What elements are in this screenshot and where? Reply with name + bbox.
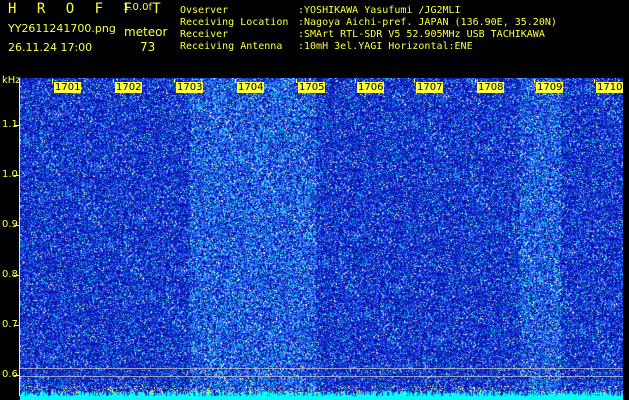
- reference-line: [20, 376, 623, 377]
- info-row-receiver: Receiver :SMArt RTL-SDR V5 52.905MHz USB …: [180, 29, 545, 40]
- y-axis-unit: kHz: [2, 75, 21, 86]
- info-value: :10mH 3el.YAGI Horizontal:ENE: [298, 41, 473, 52]
- y-tick-mark: [14, 125, 19, 126]
- x-tick-mark: [534, 79, 535, 83]
- y-tick-mark: [14, 375, 19, 376]
- x-tick-mark: [174, 79, 175, 83]
- x-tick-mark: [475, 79, 476, 83]
- date-time: 26.11.24 17:00: [8, 41, 93, 54]
- info-key: Ovserver: [180, 5, 229, 16]
- y-tick-mark: [14, 275, 19, 276]
- x-tick-mark: [296, 79, 297, 83]
- x-tick-mark: [52, 79, 53, 83]
- info-row-antenna: Receiving Antenna :10mH 3el.YAGI Horizont…: [180, 41, 473, 52]
- y-tick-mark: [14, 325, 19, 326]
- x-tick-label: 1709: [536, 82, 564, 93]
- info-value: :SMArt RTL-SDR V5 52.905MHz USB TACHIKAW…: [298, 29, 545, 40]
- x-tick-label: 1707: [416, 82, 444, 93]
- info-key: Receiving Antenna: [180, 41, 283, 52]
- spectrogram-plot: [20, 78, 623, 400]
- x-tick-label: 1705: [298, 82, 326, 93]
- y-tick-mark: [14, 225, 19, 226]
- x-tick-mark: [594, 79, 595, 83]
- info-key: Receiving Location: [180, 17, 289, 28]
- y-tick-mark: [14, 175, 19, 176]
- x-tick-label: 1702: [115, 82, 143, 93]
- x-tick-label: 1703: [176, 82, 204, 93]
- info-key: Receiver: [180, 29, 229, 40]
- spectrogram-canvas: [20, 78, 623, 400]
- info-row-observer: Ovserver :YOSHIKAWA Yasufumi /JG2MLI: [180, 5, 461, 16]
- x-tick-label: 1708: [477, 82, 505, 93]
- info-value: :YOSHIKAWA Yasufumi /JG2MLI: [298, 5, 461, 16]
- app-version: 1.0.0f: [123, 2, 152, 13]
- mode-label: meteor: [124, 25, 168, 39]
- x-tick-label: 1706: [357, 82, 385, 93]
- y-axis-line: [19, 78, 20, 396]
- x-tick-label: 1710: [596, 82, 624, 93]
- x-tick-label: 1701: [54, 82, 82, 93]
- info-row-location: Receiving Location :Nagoya Aichi-pref. JA…: [180, 17, 557, 28]
- count-value: 73: [140, 40, 156, 54]
- x-tick-mark: [355, 79, 356, 83]
- info-value: :Nagoya Aichi-pref. JAPAN (136.90E, 35.2…: [298, 17, 557, 28]
- x-tick-mark: [235, 79, 236, 83]
- x-tick-label: 1704: [237, 82, 265, 93]
- file-name: YY2611241700.png: [8, 22, 116, 35]
- x-tick-mark: [414, 79, 415, 83]
- header-panel: H R O F F T 1.0.0f YY2611241700.png 26.1…: [0, 0, 629, 74]
- reference-line: [20, 368, 623, 369]
- x-tick-mark: [113, 79, 114, 83]
